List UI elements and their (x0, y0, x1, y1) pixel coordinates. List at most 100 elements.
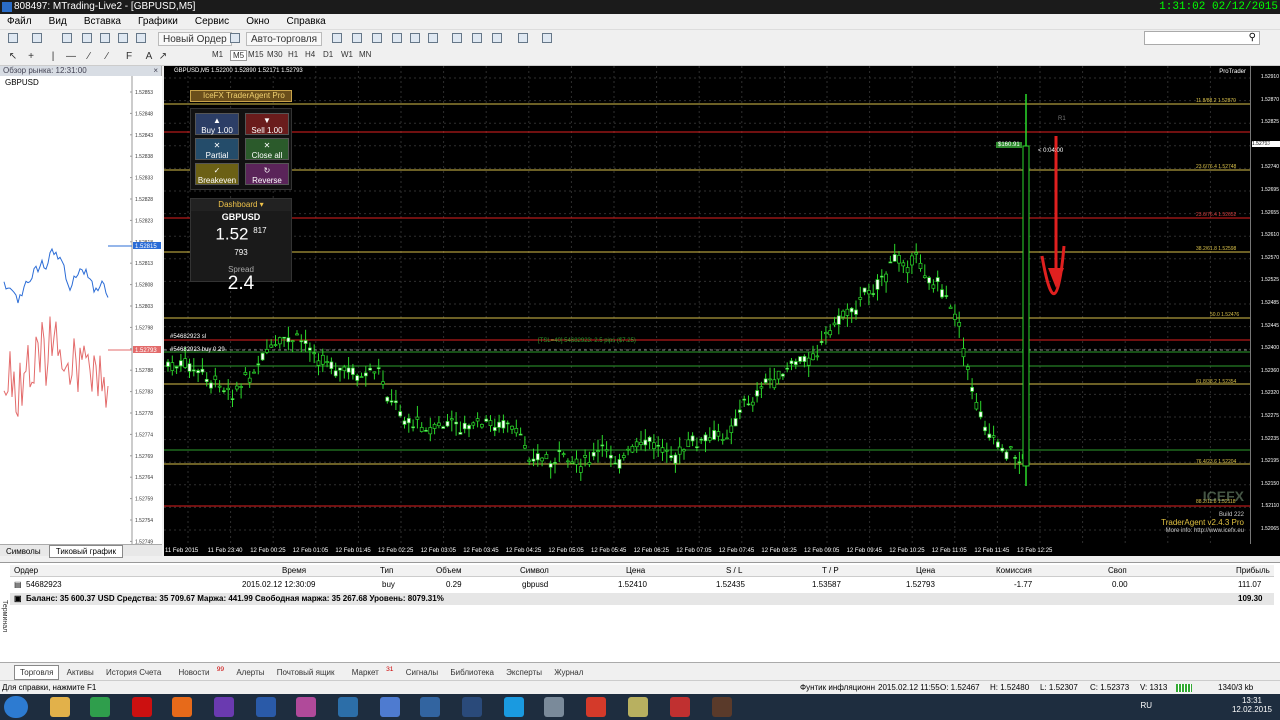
menu-help[interactable]: Справка (280, 14, 333, 30)
col-volume[interactable]: Объем (436, 565, 462, 577)
tab-market[interactable]: Маркет 31 (342, 663, 399, 679)
col-commission[interactable]: Комиссия (996, 565, 1032, 577)
tf-m5[interactable]: M5 (230, 50, 248, 61)
col-profit[interactable]: Прибыль (1236, 565, 1270, 577)
metatrader-icon[interactable] (256, 697, 276, 717)
tab-journal[interactable]: Журнал (549, 666, 588, 679)
fibonacci-tool[interactable]: F (122, 50, 136, 64)
vertical-line-tool[interactable]: | (46, 50, 60, 64)
explorer-icon[interactable] (50, 697, 70, 717)
chart-canvas[interactable] (164, 66, 1280, 556)
tab-signals[interactable]: Сигналы (401, 666, 443, 679)
traderagent-link[interactable]: More info: http://www.icefx.eu (1166, 528, 1244, 534)
tab-library[interactable]: Библиотека (445, 666, 499, 679)
tab-tick-chart[interactable]: Тиковый график (48, 545, 123, 558)
traderagent-header[interactable]: IceFX TraderAgent Pro (190, 90, 292, 102)
reverse-button[interactable]: ↻ Reverse (245, 163, 289, 185)
app-icon-4[interactable] (544, 697, 564, 717)
menu-view[interactable]: Вид (42, 14, 74, 30)
zoom-out-button[interactable] (408, 32, 422, 46)
new-chart-button[interactable] (6, 32, 20, 46)
app-icon-2[interactable] (380, 697, 400, 717)
tab-symbols[interactable]: Символы (0, 546, 47, 557)
bar-chart-button[interactable] (330, 32, 344, 46)
sell-button[interactable]: ▼ Sell 1.00 (245, 113, 289, 135)
partial-button[interactable]: ✕ Partial (195, 138, 239, 160)
nvidia-icon[interactable] (214, 697, 234, 717)
cursor-tool[interactable]: ↖ (6, 50, 20, 64)
close-icon[interactable]: × (153, 66, 158, 76)
menu-insert[interactable]: Вставка (77, 14, 128, 30)
tile-windows-button[interactable] (426, 32, 440, 46)
autoscroll-button[interactable] (450, 32, 464, 46)
periods-button[interactable] (516, 32, 530, 46)
opera-icon[interactable] (132, 697, 152, 717)
tab-history[interactable]: История Счета (101, 666, 166, 679)
powerpoint-icon[interactable] (420, 697, 440, 717)
language-indicator[interactable]: RU (1140, 701, 1152, 710)
tf-w1[interactable]: W1 (341, 50, 353, 59)
search-input[interactable] (1144, 31, 1260, 45)
indicators-button[interactable] (490, 32, 504, 46)
col-current-price[interactable]: Цена (916, 565, 935, 577)
line-chart-button[interactable] (370, 32, 384, 46)
trendline-tool[interactable]: ∕ (82, 50, 96, 64)
col-type[interactable]: Тип (380, 565, 393, 577)
tf-d1[interactable]: D1 (323, 50, 333, 59)
order-row[interactable]: ▤ 54682923 2015.02.12 12:30:09 buy 0.29 … (10, 579, 1274, 591)
menu-tools[interactable]: Сервис (188, 14, 236, 30)
tf-h1[interactable]: H1 (288, 50, 298, 59)
tab-alerts[interactable]: Алерты (231, 666, 269, 679)
skype-icon[interactable] (504, 697, 524, 717)
col-sl[interactable]: S / L (726, 565, 742, 577)
chart-shift-button[interactable] (470, 32, 484, 46)
search-icon[interactable]: ⚲ (1249, 32, 1256, 43)
app-icon-7[interactable] (712, 697, 732, 717)
tf-m1[interactable]: M1 (212, 50, 223, 59)
app-icon-5[interactable] (586, 697, 606, 717)
autotrading-button[interactable]: Авто-торговля (246, 32, 323, 46)
tf-mn[interactable]: MN (359, 50, 371, 59)
close-all-button[interactable]: ✕ Close all (245, 138, 289, 160)
tab-assets[interactable]: Активы (62, 666, 99, 679)
app-icon-3[interactable] (462, 697, 482, 717)
taskbar-clock[interactable]: 13:31 12.02.2015 (1232, 696, 1272, 714)
horizontal-line-tool[interactable]: — (64, 50, 78, 64)
tab-news[interactable]: Новости 99 (169, 663, 230, 679)
profiles-button[interactable] (30, 32, 44, 46)
download-icon[interactable] (338, 697, 358, 717)
market-watch-button[interactable] (60, 32, 74, 46)
start-button[interactable] (4, 696, 28, 718)
app-icon-6[interactable] (670, 697, 690, 717)
tf-m30[interactable]: M30 (267, 50, 283, 59)
terminal-button[interactable] (116, 32, 130, 46)
text-tool[interactable]: A (142, 50, 156, 64)
tab-trade[interactable]: Торговля (14, 664, 60, 680)
meta-editor-button[interactable] (228, 32, 242, 46)
col-tp[interactable]: T / P (822, 565, 839, 577)
menu-window[interactable]: Окно (239, 14, 276, 30)
buy-button[interactable]: ▲ Buy 1.00 (195, 113, 239, 135)
tab-experts[interactable]: Эксперты (501, 666, 547, 679)
tf-h4[interactable]: H4 (305, 50, 315, 59)
media-icon[interactable] (296, 697, 316, 717)
col-symbol[interactable]: Символ (520, 565, 549, 577)
arrows-tool[interactable]: ↗ (156, 50, 170, 64)
price-chart[interactable]: GBPUSD,M5 1.52200 1.52890 1.52171 1.5279… (164, 66, 1280, 556)
chrome-icon[interactable] (90, 697, 110, 717)
menu-charts[interactable]: Графики (131, 14, 185, 30)
firefox-icon[interactable] (172, 697, 192, 717)
col-time[interactable]: Время (282, 565, 306, 577)
tester-button[interactable] (134, 32, 148, 46)
new-order-button[interactable]: Новый Ордер (158, 32, 232, 46)
crosshair-tool[interactable]: + (24, 50, 38, 64)
col-price[interactable]: Цена (626, 565, 645, 577)
navigator-button[interactable] (98, 32, 112, 46)
dashboard-header[interactable]: Dashboard ▾ (191, 199, 291, 211)
breakeven-button[interactable]: ✓ Breakeven (195, 163, 239, 185)
templates-button[interactable] (540, 32, 554, 46)
notes-icon[interactable] (628, 697, 648, 717)
status-profile[interactable]: Фунтик инфляционн (800, 681, 875, 695)
zoom-in-button[interactable] (390, 32, 404, 46)
col-order[interactable]: Ордер (14, 565, 38, 577)
